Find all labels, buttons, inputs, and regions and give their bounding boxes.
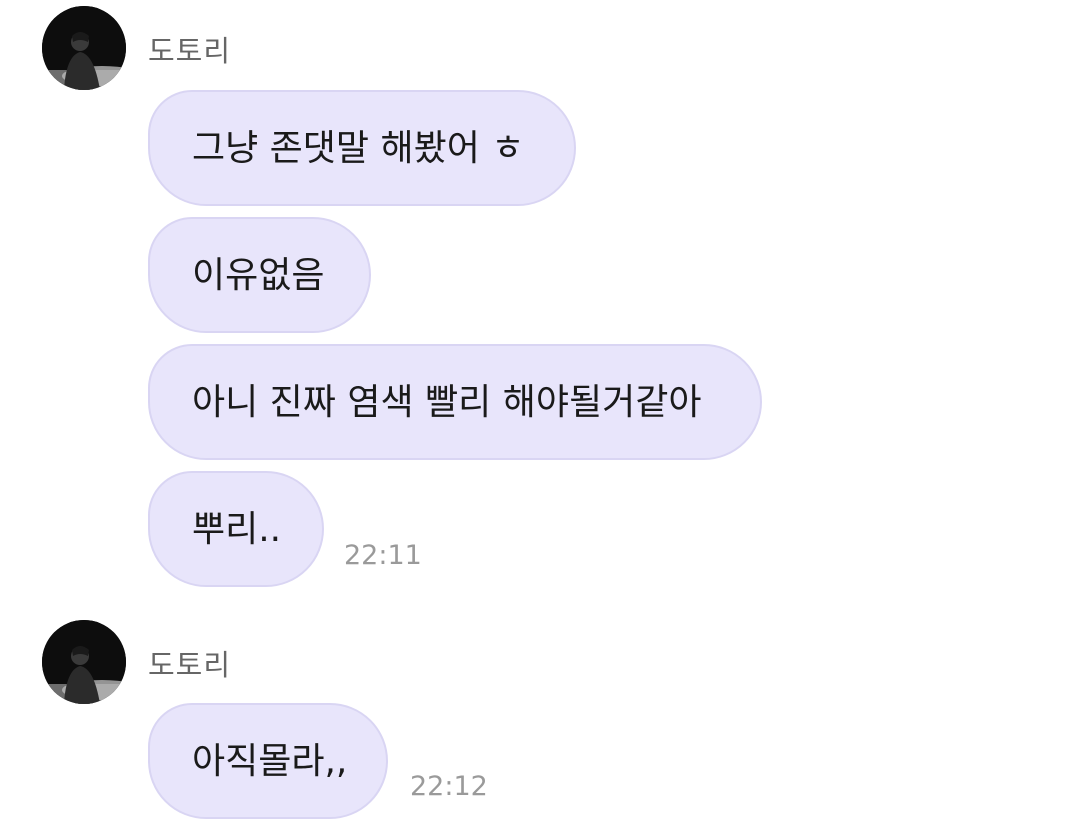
message-text: 그냥 존댓말 해봤어 ㅎ [192,128,525,169]
message-text: 아직몰라,, [192,741,348,782]
message-timestamp: 22:11 [344,540,422,571]
message-bubble[interactable]: 그냥 존댓말 해봤어 ㅎ [148,90,576,206]
sender-name: 도토리 [148,34,232,68]
message-bubble[interactable]: 이유없음 [148,217,371,333]
message-bubble[interactable]: 아직몰라,, [148,703,388,819]
message-bubble[interactable]: 아니 진짜 염색 빨리 해야될거같아 [148,344,762,460]
message-text: 뿌리.. [192,509,282,550]
message-text: 아니 진짜 염색 빨리 해야될거같아 [192,382,702,423]
sender-name: 도토리 [148,648,232,682]
message-bubble[interactable]: 뿌리.. [148,471,324,587]
message-timestamp: 22:12 [410,771,488,802]
profile-photo-icon [42,620,126,704]
sender-avatar[interactable] [42,6,126,90]
sender-avatar[interactable] [42,620,126,704]
profile-photo-icon [42,6,126,90]
message-text: 이유없음 [192,255,325,296]
